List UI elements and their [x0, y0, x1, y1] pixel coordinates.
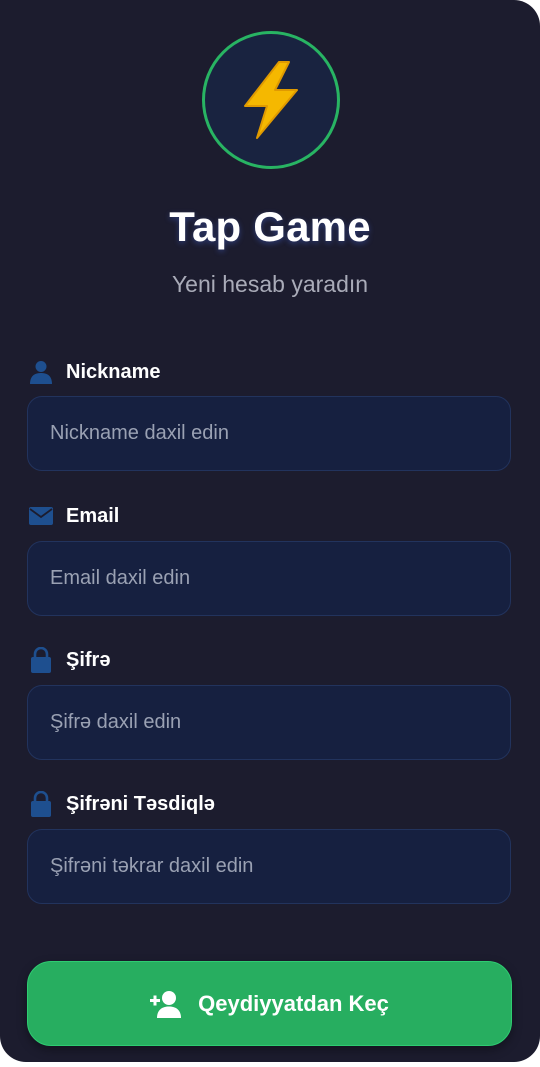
lock-icon [29, 647, 53, 673]
nickname-input[interactable] [27, 396, 511, 471]
email-label-text: Email [66, 504, 120, 527]
register-card: Tap Game Yeni hesab yaradın Nickname Ema… [0, 0, 540, 1062]
envelope-icon [29, 504, 53, 528]
user-icon [29, 360, 53, 384]
password-label: Şifrə [29, 646, 110, 674]
email-label: Email [29, 502, 119, 530]
nickname-label-text: Nickname [66, 360, 161, 383]
lightning-bolt-icon [239, 60, 303, 140]
register-button-label: Qeydiyyatdan Keç [198, 990, 389, 1016]
email-input[interactable] [27, 541, 511, 616]
confirm-password-input[interactable] [27, 829, 511, 904]
confirm-password-label: Şifrəni Təsdiqlə [29, 790, 215, 818]
confirm-password-label-text: Şifrəni Təsdiqlə [66, 792, 215, 815]
page-title: Tap Game [169, 203, 371, 250]
nickname-label: Nickname [29, 358, 161, 386]
password-label-text: Şifrə [66, 648, 111, 671]
password-input[interactable] [27, 685, 511, 760]
page-subtitle: Yeni hesab yaradın [171, 271, 369, 297]
lock-icon [29, 791, 53, 817]
user-plus-icon [150, 988, 182, 1020]
register-button[interactable]: Qeydiyyatdan Keç [27, 961, 512, 1046]
app-logo [202, 31, 340, 169]
